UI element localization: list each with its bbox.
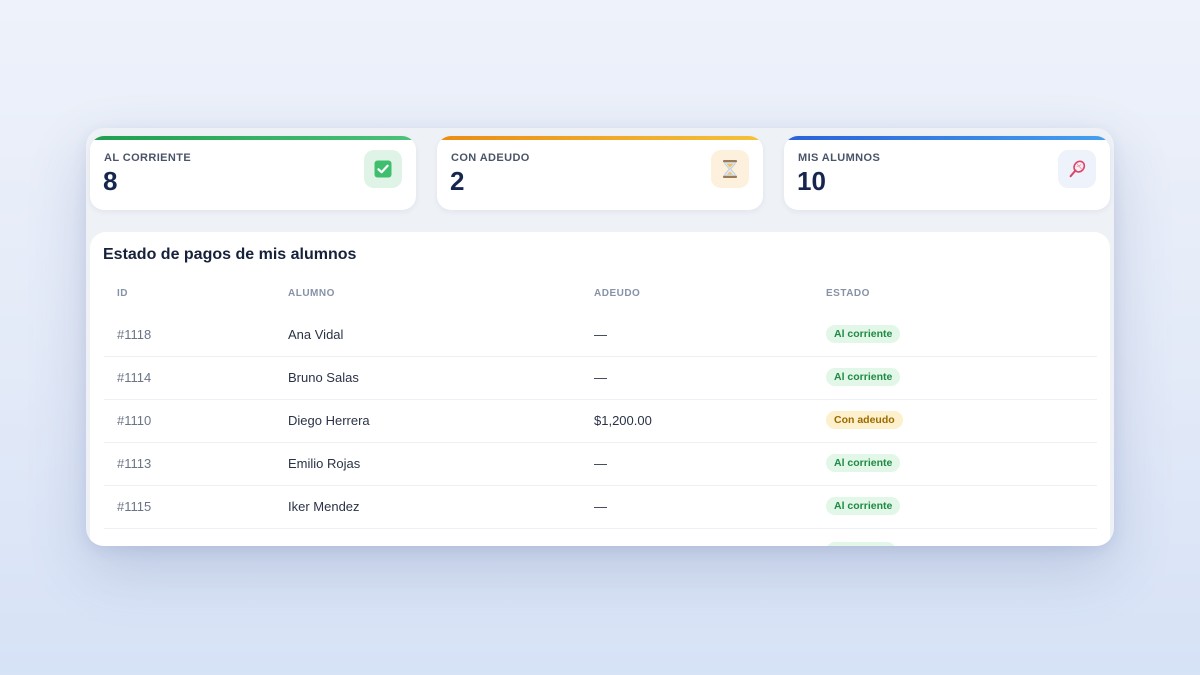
cell-alumno: Bruno Salas (288, 370, 359, 385)
kpi-accent-bar (437, 136, 763, 140)
table-row[interactable]: #1110 Diego Herrera $1,200.00 Con adeudo (104, 399, 1097, 443)
cell-adeudo: — (594, 499, 607, 514)
table-row[interactable]: #1114 Bruno Salas — Al corriente (104, 356, 1097, 400)
cell-adeudo: — (594, 370, 607, 385)
column-header-estado[interactable]: ESTADO (826, 288, 870, 299)
column-header-adeudo[interactable]: ADEUDO (594, 288, 640, 299)
cell-adeudo: — (594, 327, 607, 342)
status-badge: Al corriente (826, 325, 901, 343)
cell-id: #1110 (117, 413, 152, 428)
kpi-accent-bar (90, 136, 416, 140)
status-badge: Al corriente (826, 368, 901, 386)
hourglass-icon (711, 150, 749, 188)
panel-title: Estado de pagos de mis alumnos (103, 246, 357, 263)
status-badge (826, 542, 896, 546)
table-header: ID ALUMNO ADEUDO ESTADO (90, 288, 1110, 302)
status-badge: Al corriente (826, 454, 901, 472)
kpi-label: MIS ALUMNOS (798, 152, 881, 164)
cell-alumno: Iker Mendez (288, 499, 360, 514)
column-header-id[interactable]: ID (117, 288, 128, 299)
cell-alumno: Diego Herrera (288, 413, 370, 428)
kpi-value: 8 (103, 166, 118, 196)
cell-adeudo: — (594, 456, 607, 471)
table-row[interactable]: #1113 Emilio Rojas — Al corriente (104, 442, 1097, 486)
kpi-accent-bar (784, 136, 1110, 140)
kpi-value: 10 (797, 166, 826, 196)
kpi-card-al-corriente: AL CORRIENTE 8 (90, 136, 416, 210)
table-row[interactable]: #1118 Ana Vidal — Al corriente (104, 313, 1097, 357)
cell-id: #1114 (117, 370, 152, 385)
checkbox-check-icon (364, 150, 402, 188)
kpi-card-mis-alumnos: MIS ALUMNOS 10 (784, 136, 1110, 210)
cell-id: #1115 (117, 499, 152, 514)
kpi-label: AL CORRIENTE (104, 152, 192, 164)
kpi-value: 2 (450, 166, 465, 196)
cell-alumno: Emilio Rojas (288, 456, 361, 471)
status-badge: Al corriente (826, 497, 901, 515)
payments-panel: Estado de pagos de mis alumnos ID ALUMNO… (90, 232, 1110, 546)
cell-adeudo: $1,200.00 (594, 413, 652, 428)
tennis-racket-icon (1058, 150, 1096, 188)
cell-id: #1118 (117, 327, 152, 342)
app-window: AL CORRIENTE 8 CON ADEUDO 2 MIS ALUMNOS (86, 128, 1114, 546)
table-row[interactable] (104, 528, 1097, 546)
status-badge: Con adeudo (826, 411, 903, 429)
cell-alumno: Ana Vidal (288, 327, 344, 342)
table-row[interactable]: #1115 Iker Mendez — Al corriente (104, 485, 1097, 529)
cell-id: #1113 (117, 456, 152, 471)
kpi-label: CON ADEUDO (451, 152, 530, 164)
column-header-alumno[interactable]: ALUMNO (288, 288, 335, 299)
kpi-card-con-adeudo: CON ADEUDO 2 (437, 136, 763, 210)
